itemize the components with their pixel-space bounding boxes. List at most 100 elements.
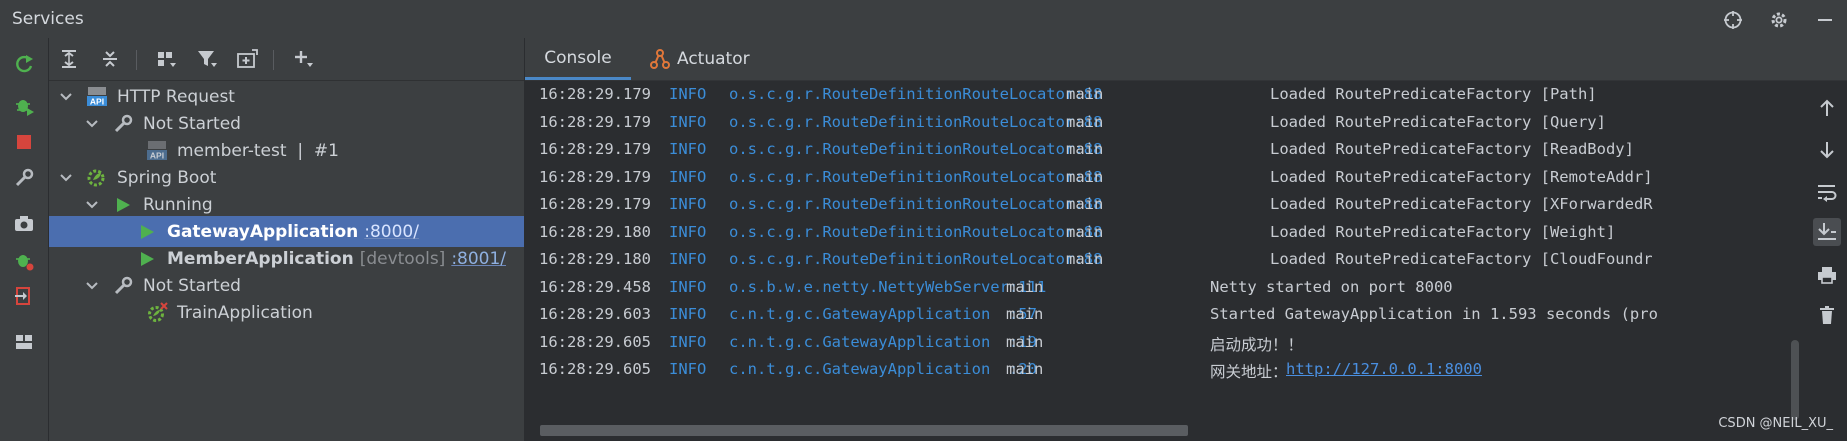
wrench-icon: [111, 275, 135, 297]
log-message: Started GatewayApplication in 1.593 seco…: [1210, 305, 1658, 323]
log-message: Loaded RoutePredicateFactory [ReadBody]: [1270, 140, 1634, 158]
scroll-to-end-icon[interactable]: [1813, 218, 1841, 246]
api-icon: API: [85, 86, 109, 108]
log-message: Loaded RoutePredicateFactory [XForwarded…: [1270, 195, 1653, 213]
tab-actuator[interactable]: Actuator: [649, 38, 750, 80]
log-logger: c.n.t.g.c.GatewayApplication :57: [729, 305, 1037, 323]
devtools-tag: [devtools]: [359, 248, 446, 269]
log-thread: main: [1066, 195, 1104, 213]
tree-item-label: HTTP Request: [117, 86, 235, 107]
horizontal-scrollbar[interactable]: [540, 425, 1188, 436]
chevron-down-icon[interactable]: [85, 117, 99, 131]
rerun-icon[interactable]: [10, 50, 38, 78]
tree-toolbar: [49, 38, 524, 81]
chevron-down-icon[interactable]: [59, 171, 73, 185]
add-icon[interactable]: [289, 45, 317, 73]
wrench-icon[interactable]: [10, 164, 38, 192]
new-service-icon[interactable]: [233, 45, 261, 73]
toolbar-separator: [136, 50, 137, 70]
log-thread: main: [1006, 332, 1044, 351]
attach-debugger-icon[interactable]: [10, 246, 38, 274]
log-timestamp: 16:28:29.179: [539, 112, 651, 131]
tab-bar: Console Actuator: [525, 38, 1847, 81]
log-timestamp: 16:28:29.605: [539, 332, 651, 351]
log-level: INFO: [669, 85, 707, 103]
log-message: Loaded RoutePredicateFactory [CloudFound…: [1270, 250, 1653, 268]
log-logger: o.s.c.g.r.RouteDefinitionRouteLocator:88: [729, 167, 1103, 186]
run-icon: [111, 194, 135, 216]
log-level: INFO: [669, 167, 707, 186]
tab-console[interactable]: Console: [525, 38, 631, 80]
tree-item-label: member-test | #1: [177, 140, 339, 161]
log-message: Loaded RoutePredicateFactory [RemoteAddr…: [1270, 167, 1653, 186]
exit-icon[interactable]: [10, 282, 38, 310]
log-logger: o.s.c.g.r.RouteDefinitionRouteLocator:88: [729, 112, 1103, 131]
port-link[interactable]: :8000/: [364, 222, 419, 242]
log-level: INFO: [669, 222, 707, 241]
log-timestamp: 16:28:29.458: [539, 277, 651, 296]
log-message: Loaded RoutePredicateFactory [Path]: [1270, 85, 1597, 103]
log-thread: main: [1066, 85, 1104, 103]
log-level: INFO: [669, 140, 707, 158]
title-bar-tools: [1719, 6, 1839, 34]
minimize-icon[interactable]: [1811, 6, 1839, 34]
log-message: Netty started on port 8000: [1210, 277, 1453, 296]
scroll-down-icon[interactable]: [1813, 136, 1841, 164]
collapse-all-icon[interactable]: [96, 45, 124, 73]
log-level: INFO: [669, 332, 707, 351]
chevron-down-icon[interactable]: [85, 279, 99, 293]
log-timestamp: 16:28:29.603: [539, 305, 651, 323]
run-icon: [135, 221, 159, 243]
log-link[interactable]: http://127.0.0.1:8000: [1286, 360, 1482, 378]
toolbar-separator: [273, 50, 274, 70]
watermark: CSDN @NEIL_XU_: [1718, 416, 1833, 431]
tree-item-label: Spring Boot: [117, 167, 217, 188]
gear-icon[interactable]: [1765, 6, 1793, 34]
window-title: Services: [12, 9, 84, 29]
log-timestamp: 16:28:29.179: [539, 167, 651, 186]
log-thread: main: [1066, 167, 1104, 186]
scroll-up-icon[interactable]: [1813, 94, 1841, 122]
log-thread: main: [1006, 305, 1044, 323]
log-thread: main: [1066, 112, 1104, 131]
stop-icon[interactable]: [10, 128, 38, 156]
chevron-down-icon[interactable]: [59, 90, 73, 104]
log-level: INFO: [669, 277, 707, 296]
log-timestamp: 16:28:29.179: [539, 140, 651, 158]
port-link[interactable]: :8001/: [451, 249, 506, 269]
actuator-icon: [649, 48, 671, 70]
log-level: INFO: [669, 250, 707, 268]
svg-text:API: API: [90, 96, 104, 106]
log-logger: o.s.b.w.e.netty.NettyWebServer:111: [729, 277, 1047, 296]
console-output[interactable]: 16:28:29.179 INFO o.s.c.g.r.RouteDefinitio…: [525, 81, 1808, 441]
soft-wrap-icon[interactable]: [1813, 178, 1841, 206]
api-icon: API: [145, 140, 169, 162]
log-timestamp: 16:28:29.179: [539, 195, 651, 213]
tree-item-label: Not Started: [143, 113, 241, 134]
print-icon[interactable]: [1813, 261, 1841, 289]
tree-item-train-application[interactable]: TrainApplication: [49, 297, 524, 328]
log-level: INFO: [669, 360, 707, 378]
filter-icon[interactable]: [193, 45, 221, 73]
expand-all-icon[interactable]: [55, 45, 83, 73]
layout-icon[interactable]: [10, 328, 38, 356]
vertical-scrollbar[interactable]: [1791, 340, 1799, 420]
tree-item-label: TrainApplication: [177, 302, 313, 323]
log-message: 网关地址：: [1210, 363, 1288, 381]
chevron-down-icon[interactable]: [85, 198, 99, 212]
log-thread: main: [1006, 360, 1044, 378]
log-timestamp: 16:28:29.605: [539, 360, 651, 378]
log-logger: o.s.c.g.r.RouteDefinitionRouteLocator:88: [729, 250, 1103, 268]
tree-item-label: Running: [143, 194, 213, 215]
log-message: Loaded RoutePredicateFactory [Weight]: [1270, 222, 1616, 241]
log-logger: c.n.t.g.c.GatewayApplication :19: [729, 332, 1037, 351]
debug-icon[interactable]: [10, 91, 38, 119]
tree-item-label: MemberApplication: [167, 248, 354, 269]
spring-boot-icon: [85, 167, 109, 189]
camera-icon[interactable]: [10, 210, 38, 238]
tab-label: Console: [544, 47, 612, 68]
trash-icon[interactable]: [1813, 301, 1841, 329]
group-icon[interactable]: [153, 45, 181, 73]
log-timestamp: 16:28:29.180: [539, 250, 651, 268]
crosshair-icon[interactable]: [1719, 6, 1747, 34]
